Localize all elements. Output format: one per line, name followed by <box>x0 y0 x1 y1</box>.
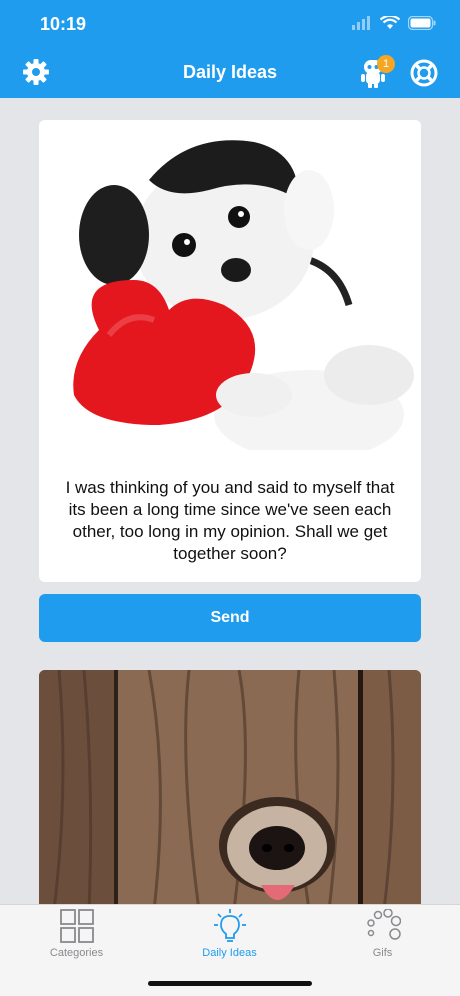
status-icons <box>352 16 436 30</box>
idea-card-2 <box>39 670 421 910</box>
wifi-icon <box>380 16 400 29</box>
tab-gifs[interactable]: Gifs <box>306 905 459 975</box>
notification-badge: 1 <box>377 55 395 73</box>
send-button[interactable]: Send <box>39 594 421 642</box>
grid-icon <box>59 909 94 943</box>
cellular-signal-icon <box>352 16 370 30</box>
lifebuoy-icon[interactable] <box>410 59 438 87</box>
tab-label: Daily Ideas <box>202 947 257 959</box>
tab-daily-ideas[interactable]: Daily Ideas <box>153 905 306 975</box>
status-time: 10:19 <box>40 14 87 34</box>
idea-message: I was thinking of you and said to myself… <box>65 478 395 563</box>
puppy-image <box>39 120 421 450</box>
battery-icon <box>408 16 436 30</box>
tab-label: Categories <box>49 947 104 959</box>
app-header: 10:19 Daily Ideas 1 <box>0 0 460 98</box>
tab-label: Gifs <box>372 947 393 959</box>
spinner-dots-icon <box>366 909 401 940</box>
dog-through-fence-image <box>39 670 421 910</box>
tab-categories[interactable]: Categories <box>0 905 153 975</box>
home-indicator <box>148 981 312 986</box>
idea-card: I was thinking of you and said to myself… <box>39 120 421 582</box>
lightbulb-icon <box>213 909 246 942</box>
